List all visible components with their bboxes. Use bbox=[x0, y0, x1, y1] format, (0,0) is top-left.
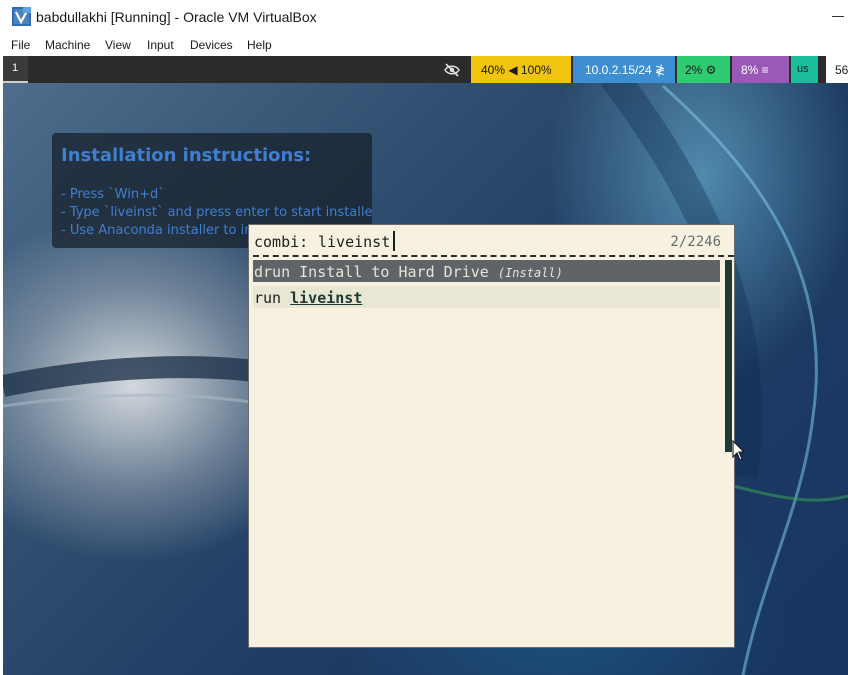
result-label: Install to Hard Drive bbox=[299, 263, 489, 281]
window-title: babdullakhi [Running] - Oracle VM Virtua… bbox=[36, 9, 317, 25]
result-sublabel: (Install) bbox=[497, 266, 563, 280]
launcher-result-count: 2/2246 bbox=[670, 234, 721, 250]
mouse-pointer-icon bbox=[732, 440, 746, 461]
network-label: 10.0.2.15/24 ≹ bbox=[585, 63, 666, 77]
menu-devices[interactable]: Devices bbox=[190, 38, 233, 52]
text-cursor bbox=[393, 231, 395, 251]
menu-machine[interactable]: Machine bbox=[45, 38, 90, 52]
virtualbox-icon bbox=[12, 7, 31, 26]
clock-label: 56 bbox=[835, 63, 848, 77]
cpu-label: 2% ⚙ bbox=[685, 63, 717, 77]
launcher-result[interactable]: run liveinst bbox=[253, 286, 720, 308]
volume-module[interactable]: 40% ◀ 100% bbox=[471, 56, 571, 83]
menu-view[interactable]: View bbox=[105, 38, 131, 52]
cpu-module[interactable]: 2% ⚙ bbox=[677, 56, 730, 83]
launcher-divider bbox=[253, 255, 734, 257]
keyboard-layout-label: us bbox=[797, 63, 809, 75]
network-module[interactable]: 10.0.2.15/24 ≹ bbox=[573, 56, 675, 83]
keyboard-layout-module[interactable]: us bbox=[791, 56, 818, 83]
eye-slash-icon bbox=[444, 63, 460, 77]
vm-display[interactable]: 1 40% ◀ 100% 10.0.2.15/24 ≹ 2% ⚙ 8% ≡ us… bbox=[3, 56, 848, 675]
result-label: liveinst bbox=[290, 289, 363, 307]
launcher-prompt: combi: bbox=[254, 233, 309, 251]
launcher-scrollbar[interactable] bbox=[725, 260, 732, 452]
menu-help[interactable]: Help bbox=[247, 38, 272, 52]
memory-module[interactable]: 8% ≡ bbox=[732, 56, 789, 83]
menu-file[interactable]: File bbox=[11, 38, 30, 52]
menu-input[interactable]: Input bbox=[147, 38, 174, 52]
instructions-title: Installation instructions: bbox=[61, 145, 312, 166]
window-titlebar: babdullakhi [Running] - Oracle VM Virtua… bbox=[0, 0, 848, 34]
volume-label: 40% ◀ 100% bbox=[481, 63, 552, 77]
launcher-search-input[interactable]: liveinst bbox=[318, 233, 390, 251]
clock-module[interactable]: 56 bbox=[826, 56, 848, 83]
result-mode: run bbox=[254, 289, 282, 307]
app-launcher: combi: liveinst 2/2246 drun Install to H… bbox=[248, 224, 735, 648]
memory-label: 8% ≡ bbox=[741, 63, 769, 77]
privacy-indicator[interactable] bbox=[433, 56, 471, 83]
instruction-line: - Use Anaconda installer to install bbox=[61, 223, 280, 238]
menu-bar: File Machine View Input Devices Help bbox=[0, 34, 848, 56]
result-mode: drun bbox=[254, 263, 291, 281]
launcher-result-selected[interactable]: drun Install to Hard Drive (Install) bbox=[253, 260, 720, 282]
instruction-line: - Type `liveinst` and press enter to sta… bbox=[61, 205, 372, 220]
instruction-line: - Press `Win+d` bbox=[61, 187, 165, 202]
workspace-1[interactable]: 1 bbox=[3, 56, 28, 83]
minimize-button[interactable] bbox=[826, 5, 848, 29]
status-bar: 1 40% ◀ 100% 10.0.2.15/24 ≹ 2% ⚙ 8% ≡ us… bbox=[3, 56, 848, 83]
